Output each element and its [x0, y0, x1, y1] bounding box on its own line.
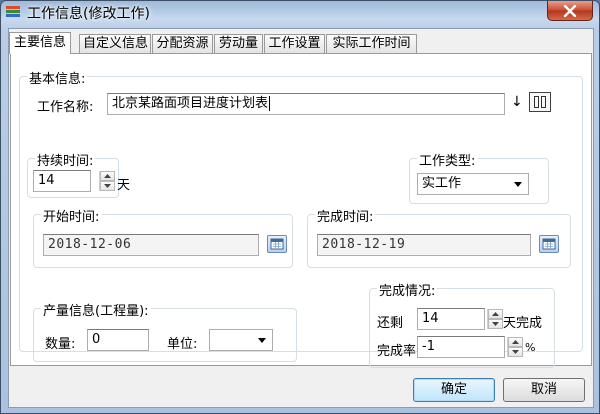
tab-labor[interactable]: 劳动量 — [214, 34, 263, 53]
work-type-legend: 工作类型: — [417, 150, 478, 169]
remaining-days-spinner[interactable] — [487, 309, 503, 329]
remaining-suffix: 天完成 — [503, 316, 543, 331]
quantity-label: 数量: — [45, 337, 76, 352]
spin-down-icon[interactable] — [488, 319, 503, 329]
unit-label: 单位: — [167, 337, 198, 352]
spin-up-icon[interactable] — [100, 171, 115, 181]
close-button[interactable] — [547, 1, 593, 21]
tab-actual-work-time[interactable]: 实际工作时间 — [326, 34, 417, 53]
output-info-legend: 产量信息(工程量): — [41, 300, 151, 319]
tab-panel-main-info: 基本信息: 工作名称: 北京某路面项目进度计划表 ↓ 持续时间: 14 天 工作 — [10, 53, 592, 368]
start-time-legend: 开始时间: — [41, 206, 102, 225]
dialog-window: 工作信息(修改工作) 主要信息 自定义信息 分配资源 劳动量 工作设置 实际工作… — [0, 0, 600, 414]
calendar-icon — [270, 238, 284, 250]
spin-down-icon[interactable] — [508, 347, 523, 357]
spin-up-icon[interactable] — [488, 309, 503, 319]
tab-work-settings[interactable]: 工作设置 — [264, 34, 325, 53]
spin-down-icon[interactable] — [100, 181, 115, 191]
calendar-icon — [542, 238, 556, 250]
tab-main-info[interactable]: 主要信息 — [9, 32, 71, 54]
completion-rate-input[interactable]: -1 — [417, 336, 505, 358]
start-time-input[interactable]: 2018-12-06 — [43, 234, 259, 256]
cancel-button[interactable]: 取消 — [503, 378, 585, 402]
completion-rate-label: 完成率 — [377, 344, 417, 359]
work-name-label: 工作名称: — [37, 100, 94, 115]
dialog-client: 主要信息 自定义信息 分配资源 劳动量 工作设置 实际工作时间 基本信息: 工作… — [8, 28, 594, 408]
tab-assign-resources[interactable]: 分配资源 — [152, 34, 213, 53]
window-title: 工作信息(修改工作) — [27, 6, 150, 22]
ok-button[interactable]: 确定 — [413, 378, 495, 402]
basic-info-legend: 基本信息: — [27, 68, 88, 87]
app-icon — [5, 4, 21, 20]
quantity-input[interactable]: 0 — [87, 329, 149, 351]
spin-up-icon[interactable] — [508, 337, 523, 347]
completion-rate-spinner[interactable] — [507, 337, 523, 357]
chevron-down-icon — [258, 338, 266, 343]
columns-icon[interactable] — [529, 92, 551, 112]
work-type-select[interactable]: 实工作 — [417, 173, 529, 195]
duration-legend: 持续时间: — [35, 150, 96, 169]
remaining-days-input[interactable]: 14 — [417, 308, 485, 330]
title-bar[interactable]: 工作信息(修改工作) — [1, 1, 599, 25]
sort-arrow-icon[interactable]: ↓ — [511, 94, 523, 110]
finish-time-legend: 完成时间: — [315, 206, 376, 225]
duration-input[interactable]: 14 — [33, 170, 91, 192]
unit-select[interactable] — [209, 329, 273, 351]
work-name-value: 北京某路面项目进度计划表 — [112, 96, 269, 111]
finish-time-input[interactable]: 2018-12-19 — [317, 234, 531, 256]
duration-spinner[interactable] — [99, 171, 115, 191]
close-icon — [563, 4, 577, 17]
work-type-value: 实工作 — [422, 176, 462, 191]
work-name-input[interactable]: 北京某路面项目进度计划表 — [107, 93, 505, 115]
tab-strip: 主要信息 自定义信息 分配资源 劳动量 工作设置 实际工作时间 — [9, 32, 595, 54]
tab-custom-info[interactable]: 自定义信息 — [79, 34, 151, 53]
chevron-down-icon — [514, 182, 522, 187]
remaining-label: 还剩 — [377, 316, 404, 331]
percent-sign: % — [525, 341, 536, 354]
completion-legend: 完成情况: — [377, 280, 438, 299]
start-calendar-button[interactable] — [267, 235, 287, 253]
duration-unit: 天 — [117, 178, 131, 193]
finish-calendar-button[interactable] — [539, 235, 559, 253]
